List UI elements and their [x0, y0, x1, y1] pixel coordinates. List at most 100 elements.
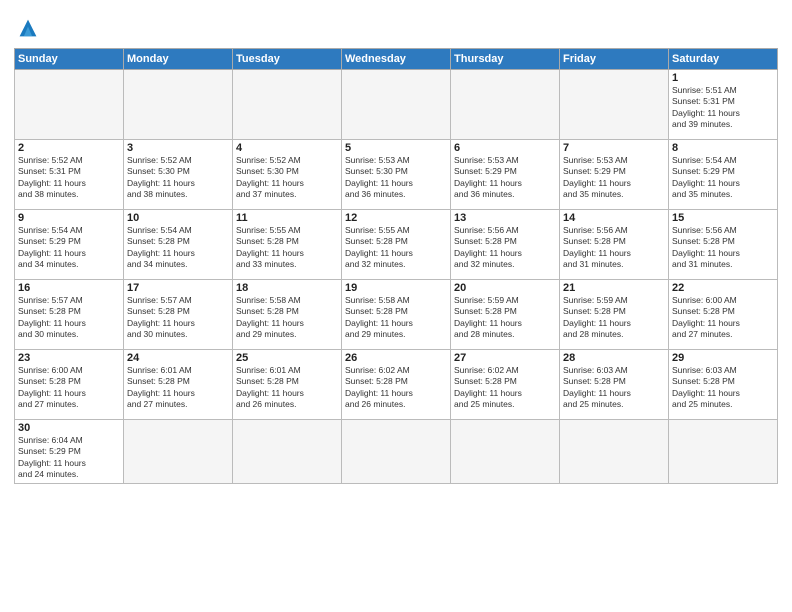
calendar-cell: 8Sunrise: 5:54 AM Sunset: 5:29 PM Daylig… [669, 140, 778, 210]
week-row-4: 16Sunrise: 5:57 AM Sunset: 5:28 PM Dayli… [15, 280, 778, 350]
calendar-cell: 5Sunrise: 5:53 AM Sunset: 5:30 PM Daylig… [342, 140, 451, 210]
day-info: Sunrise: 5:52 AM Sunset: 5:30 PM Dayligh… [127, 155, 229, 201]
day-number: 8 [672, 142, 774, 154]
calendar-cell [669, 420, 778, 484]
day-info: Sunrise: 6:02 AM Sunset: 5:28 PM Dayligh… [345, 365, 447, 411]
calendar-cell: 14Sunrise: 5:56 AM Sunset: 5:28 PM Dayli… [560, 210, 669, 280]
week-row-5: 23Sunrise: 6:00 AM Sunset: 5:28 PM Dayli… [15, 350, 778, 420]
day-number: 19 [345, 282, 447, 294]
week-row-3: 9Sunrise: 5:54 AM Sunset: 5:29 PM Daylig… [15, 210, 778, 280]
day-info: Sunrise: 6:01 AM Sunset: 5:28 PM Dayligh… [236, 365, 338, 411]
day-info: Sunrise: 6:02 AM Sunset: 5:28 PM Dayligh… [454, 365, 556, 411]
day-info: Sunrise: 5:52 AM Sunset: 5:31 PM Dayligh… [18, 155, 120, 201]
day-number: 28 [563, 352, 665, 364]
day-info: Sunrise: 5:56 AM Sunset: 5:28 PM Dayligh… [563, 225, 665, 271]
day-info: Sunrise: 5:53 AM Sunset: 5:29 PM Dayligh… [563, 155, 665, 201]
day-number: 15 [672, 212, 774, 224]
day-number: 17 [127, 282, 229, 294]
weekday-thursday: Thursday [451, 49, 560, 70]
calendar-cell: 1Sunrise: 5:51 AM Sunset: 5:31 PM Daylig… [669, 70, 778, 140]
calendar-cell: 19Sunrise: 5:58 AM Sunset: 5:28 PM Dayli… [342, 280, 451, 350]
day-number: 2 [18, 142, 120, 154]
calendar-cell [560, 70, 669, 140]
calendar-cell: 23Sunrise: 6:00 AM Sunset: 5:28 PM Dayli… [15, 350, 124, 420]
calendar-cell: 15Sunrise: 5:56 AM Sunset: 5:28 PM Dayli… [669, 210, 778, 280]
calendar-cell: 29Sunrise: 6:03 AM Sunset: 5:28 PM Dayli… [669, 350, 778, 420]
calendar-cell: 10Sunrise: 5:54 AM Sunset: 5:28 PM Dayli… [124, 210, 233, 280]
day-number: 9 [18, 212, 120, 224]
day-number: 12 [345, 212, 447, 224]
day-number: 6 [454, 142, 556, 154]
day-info: Sunrise: 5:51 AM Sunset: 5:31 PM Dayligh… [672, 85, 774, 131]
weekday-monday: Monday [124, 49, 233, 70]
week-row-1: 1Sunrise: 5:51 AM Sunset: 5:31 PM Daylig… [15, 70, 778, 140]
calendar-cell: 6Sunrise: 5:53 AM Sunset: 5:29 PM Daylig… [451, 140, 560, 210]
day-number: 13 [454, 212, 556, 224]
day-number: 1 [672, 72, 774, 84]
day-number: 18 [236, 282, 338, 294]
calendar-cell [124, 70, 233, 140]
calendar-cell [233, 70, 342, 140]
week-row-2: 2Sunrise: 5:52 AM Sunset: 5:31 PM Daylig… [15, 140, 778, 210]
day-number: 26 [345, 352, 447, 364]
day-number: 10 [127, 212, 229, 224]
calendar-cell [124, 420, 233, 484]
day-info: Sunrise: 6:01 AM Sunset: 5:28 PM Dayligh… [127, 365, 229, 411]
day-number: 14 [563, 212, 665, 224]
day-number: 24 [127, 352, 229, 364]
day-number: 3 [127, 142, 229, 154]
calendar-cell: 27Sunrise: 6:02 AM Sunset: 5:28 PM Dayli… [451, 350, 560, 420]
day-number: 11 [236, 212, 338, 224]
day-info: Sunrise: 6:00 AM Sunset: 5:28 PM Dayligh… [18, 365, 120, 411]
calendar-cell: 26Sunrise: 6:02 AM Sunset: 5:28 PM Dayli… [342, 350, 451, 420]
calendar-cell: 11Sunrise: 5:55 AM Sunset: 5:28 PM Dayli… [233, 210, 342, 280]
logo [14, 14, 46, 42]
day-info: Sunrise: 5:54 AM Sunset: 5:29 PM Dayligh… [672, 155, 774, 201]
day-number: 29 [672, 352, 774, 364]
day-info: Sunrise: 6:03 AM Sunset: 5:28 PM Dayligh… [672, 365, 774, 411]
day-number: 20 [454, 282, 556, 294]
calendar-table: SundayMondayTuesdayWednesdayThursdayFrid… [14, 48, 778, 484]
day-info: Sunrise: 6:03 AM Sunset: 5:28 PM Dayligh… [563, 365, 665, 411]
day-number: 4 [236, 142, 338, 154]
calendar-cell: 21Sunrise: 5:59 AM Sunset: 5:28 PM Dayli… [560, 280, 669, 350]
logo-icon [14, 14, 42, 42]
day-info: Sunrise: 6:04 AM Sunset: 5:29 PM Dayligh… [18, 435, 120, 481]
day-info: Sunrise: 5:53 AM Sunset: 5:30 PM Dayligh… [345, 155, 447, 201]
weekday-sunday: Sunday [15, 49, 124, 70]
day-number: 7 [563, 142, 665, 154]
calendar-cell [233, 420, 342, 484]
day-info: Sunrise: 5:53 AM Sunset: 5:29 PM Dayligh… [454, 155, 556, 201]
calendar-cell: 13Sunrise: 5:56 AM Sunset: 5:28 PM Dayli… [451, 210, 560, 280]
day-number: 21 [563, 282, 665, 294]
day-info: Sunrise: 5:59 AM Sunset: 5:28 PM Dayligh… [563, 295, 665, 341]
calendar-cell: 30Sunrise: 6:04 AM Sunset: 5:29 PM Dayli… [15, 420, 124, 484]
calendar-cell [342, 70, 451, 140]
day-number: 22 [672, 282, 774, 294]
day-info: Sunrise: 5:56 AM Sunset: 5:28 PM Dayligh… [672, 225, 774, 271]
day-info: Sunrise: 5:52 AM Sunset: 5:30 PM Dayligh… [236, 155, 338, 201]
calendar-cell [560, 420, 669, 484]
calendar-cell [451, 70, 560, 140]
day-number: 30 [18, 422, 120, 434]
calendar-cell: 2Sunrise: 5:52 AM Sunset: 5:31 PM Daylig… [15, 140, 124, 210]
week-row-6: 30Sunrise: 6:04 AM Sunset: 5:29 PM Dayli… [15, 420, 778, 484]
calendar-cell: 16Sunrise: 5:57 AM Sunset: 5:28 PM Dayli… [15, 280, 124, 350]
day-info: Sunrise: 5:55 AM Sunset: 5:28 PM Dayligh… [236, 225, 338, 271]
calendar-cell: 20Sunrise: 5:59 AM Sunset: 5:28 PM Dayli… [451, 280, 560, 350]
day-info: Sunrise: 6:00 AM Sunset: 5:28 PM Dayligh… [672, 295, 774, 341]
day-info: Sunrise: 5:54 AM Sunset: 5:28 PM Dayligh… [127, 225, 229, 271]
day-info: Sunrise: 5:58 AM Sunset: 5:28 PM Dayligh… [345, 295, 447, 341]
weekday-friday: Friday [560, 49, 669, 70]
weekday-header-row: SundayMondayTuesdayWednesdayThursdayFrid… [15, 49, 778, 70]
day-info: Sunrise: 5:55 AM Sunset: 5:28 PM Dayligh… [345, 225, 447, 271]
calendar-cell: 9Sunrise: 5:54 AM Sunset: 5:29 PM Daylig… [15, 210, 124, 280]
calendar-cell: 4Sunrise: 5:52 AM Sunset: 5:30 PM Daylig… [233, 140, 342, 210]
day-info: Sunrise: 5:59 AM Sunset: 5:28 PM Dayligh… [454, 295, 556, 341]
calendar-cell [342, 420, 451, 484]
calendar-cell: 3Sunrise: 5:52 AM Sunset: 5:30 PM Daylig… [124, 140, 233, 210]
header [14, 10, 778, 42]
day-info: Sunrise: 5:56 AM Sunset: 5:28 PM Dayligh… [454, 225, 556, 271]
calendar-cell: 7Sunrise: 5:53 AM Sunset: 5:29 PM Daylig… [560, 140, 669, 210]
calendar-cell: 12Sunrise: 5:55 AM Sunset: 5:28 PM Dayli… [342, 210, 451, 280]
